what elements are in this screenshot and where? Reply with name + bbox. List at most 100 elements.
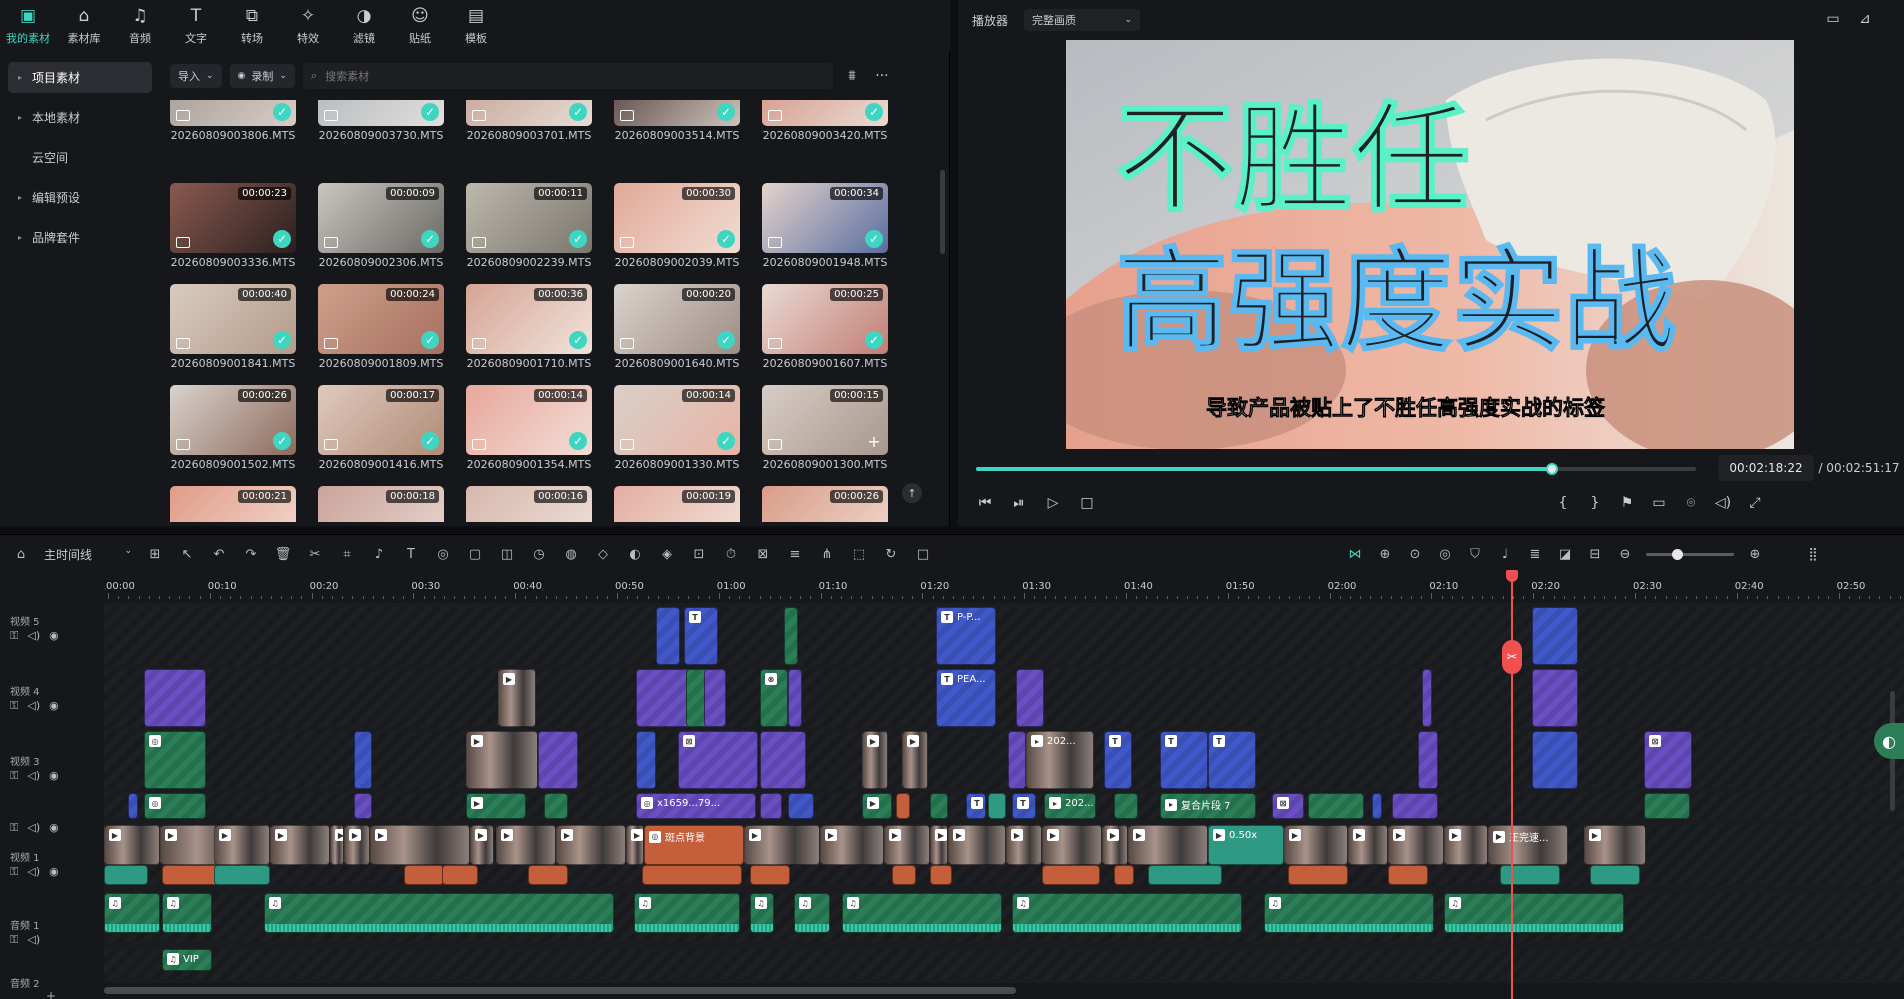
- fit-icon[interactable]: □: [914, 545, 932, 563]
- timeline-selector[interactable]: 主时间线 ⌄: [44, 546, 132, 563]
- volume-icon[interactable]: ◁): [27, 821, 40, 835]
- timeline-clip[interactable]: ▶: [1128, 825, 1208, 865]
- media-item[interactable]: 00:00:11 ✓ 20260809002239.MTS: [466, 183, 596, 269]
- timeline-clip[interactable]: ◎: [144, 793, 206, 819]
- media-thumbnail[interactable]: 00:00:18: [318, 486, 444, 522]
- media-thumbnail[interactable]: 00:00:26 ✓: [170, 385, 296, 455]
- track-layout-icon[interactable]: ⣿: [1804, 545, 1822, 563]
- media-thumbnail[interactable]: 00:00:17 ✓: [318, 385, 444, 455]
- timeline-clip[interactable]: [1114, 865, 1134, 885]
- timeline-clip[interactable]: ▸ 202...: [1026, 731, 1094, 789]
- media-thumbnail[interactable]: 00:00:20 ✓: [614, 284, 740, 354]
- playback-progress[interactable]: [976, 463, 1696, 475]
- timeline-clip[interactable]: T: [684, 607, 718, 665]
- play-frame-icon[interactable]: ⏯: [1010, 494, 1028, 512]
- timeline-clip[interactable]: ▶: [466, 793, 526, 819]
- zoom-slider[interactable]: [1646, 548, 1734, 560]
- media-item[interactable]: 00:00:24 ✓ 20260809001809.MTS: [318, 284, 448, 370]
- sidebar-item[interactable]: ▸ 品牌套件: [8, 222, 152, 253]
- lock-icon[interactable]: ⚿: [10, 699, 18, 713]
- timeline-clip[interactable]: ▶: [496, 825, 556, 865]
- timeline-clip[interactable]: T: [1160, 731, 1208, 789]
- timeline-clip[interactable]: [1372, 793, 1382, 819]
- timeline-clip[interactable]: ▶: [862, 793, 892, 819]
- timeline-clip[interactable]: [404, 865, 444, 885]
- snap-icon[interactable]: ⋈: [1346, 545, 1364, 563]
- media-thumbnail[interactable]: 00:00:14 ✓: [614, 385, 740, 455]
- zoom-out-icon[interactable]: ⊖: [1616, 545, 1634, 563]
- timeline-clip[interactable]: [1308, 793, 1364, 819]
- voice-icon[interactable]: ◪: [1556, 545, 1574, 563]
- volume-icon[interactable]: ◁): [27, 865, 40, 879]
- timeline-clip[interactable]: [1590, 865, 1640, 885]
- timeline-clip[interactable]: T: [1208, 731, 1256, 789]
- media-thumbnail[interactable]: 00:00:24 ✓: [318, 284, 444, 354]
- timeline-clip[interactable]: ▶: [902, 731, 928, 789]
- media-item[interactable]: 00:00:15 +20260809001300.MTS: [762, 385, 892, 471]
- lock-icon[interactable]: ⚿: [10, 629, 18, 643]
- media-item[interactable]: 00:00:23 ✓ 20260809003336.MTS: [170, 183, 300, 269]
- timer-icon[interactable]: ⏱: [722, 545, 740, 563]
- timeline-clip[interactable]: ▶: [1348, 825, 1388, 865]
- media-item[interactable]: 00:00:14 ✓ 20260809001354.MTS: [466, 385, 596, 471]
- media-item[interactable]: 00:00:16: [466, 486, 596, 522]
- tab-text[interactable]: T 文字: [168, 0, 224, 52]
- timeline-clip[interactable]: ▶: [1284, 825, 1348, 865]
- split-icon[interactable]: ✂: [306, 545, 324, 563]
- media-thumbnail[interactable]: 00:00:25 ✓: [762, 284, 888, 354]
- timeline-horizontal-scrollbar[interactable]: [104, 987, 1016, 994]
- mark-out-icon[interactable]: }: [1586, 494, 1604, 512]
- sidebar-item[interactable]: ▸ 本地素材: [8, 102, 152, 133]
- timeline-clip[interactable]: [1500, 865, 1560, 885]
- timeline-clip[interactable]: ⊠: [1644, 731, 1692, 789]
- lock-icon[interactable]: ⚿: [10, 933, 18, 947]
- tab-template[interactable]: ▤ 模板: [448, 0, 504, 52]
- compare-view-icon[interactable]: ▭: [1824, 10, 1842, 28]
- timeline-clip[interactable]: [1388, 865, 1428, 885]
- timeline-clip[interactable]: ♫: [750, 893, 774, 933]
- stop-icon[interactable]: □: [1078, 494, 1096, 512]
- import-dropdown[interactable]: 导入 ⌄: [170, 64, 222, 88]
- media-thumbnail[interactable]: ✓: [762, 100, 888, 126]
- rotate-icon[interactable]: ↻: [882, 545, 900, 563]
- transform-icon[interactable]: ⬚: [850, 545, 868, 563]
- media-thumbnail[interactable]: 00:00:09 ✓: [318, 183, 444, 253]
- timeline-clip[interactable]: ◎ 斑点背景: [644, 825, 744, 865]
- redo-icon[interactable]: ↷: [242, 545, 260, 563]
- media-item[interactable]: 00:00:25 ✓ 20260809001607.MTS: [762, 284, 892, 370]
- media-thumbnail[interactable]: 00:00:15 +: [762, 385, 888, 455]
- timeline-clip[interactable]: [788, 793, 814, 819]
- record-dropdown[interactable]: ◉ 录制 ⌄: [229, 64, 295, 88]
- timeline-clip[interactable]: [544, 793, 568, 819]
- media-item[interactable]: 00:00:30 ✓ 20260809002039.MTS: [614, 183, 744, 269]
- play-icon[interactable]: ▷: [1044, 494, 1062, 512]
- delete-icon[interactable]: 🗑: [274, 545, 292, 563]
- timeline-clip[interactable]: ▶: [1102, 825, 1128, 865]
- auto-highlight-icon[interactable]: ⊙: [1406, 545, 1424, 563]
- adjust-icon[interactable]: ≡: [786, 545, 804, 563]
- keyframe-icon[interactable]: ◇: [594, 545, 612, 563]
- media-thumbnail[interactable]: 00:00:40 ✓: [170, 284, 296, 354]
- timeline-clip[interactable]: T: [966, 793, 986, 819]
- color-icon[interactable]: ◐: [626, 545, 644, 563]
- media-thumbnail[interactable]: 00:00:11 ✓: [466, 183, 592, 253]
- previous-frame-icon[interactable]: ⏮: [976, 494, 994, 512]
- media-item[interactable]: ✓ 20260809003701.MTS: [466, 100, 596, 142]
- scroll-top-icon[interactable]: ↑: [902, 483, 922, 503]
- media-item[interactable]: 00:00:19: [614, 486, 744, 522]
- mark-in-icon[interactable]: {: [1554, 494, 1572, 512]
- media-thumbnail[interactable]: 00:00:36 ✓: [466, 284, 592, 354]
- undo-icon[interactable]: ↶: [210, 545, 228, 563]
- media-thumbnail[interactable]: 00:00:19: [614, 486, 740, 522]
- shield-icon[interactable]: ⛉: [1466, 545, 1484, 563]
- select-tool-icon[interactable]: ↖: [178, 545, 196, 563]
- fullscreen-icon[interactable]: ⤢: [1746, 494, 1764, 512]
- media-item[interactable]: ✓ 20260809003806.MTS: [170, 100, 300, 142]
- chart-view-icon[interactable]: ⊿: [1856, 10, 1874, 28]
- volume-icon[interactable]: ◁): [27, 769, 40, 783]
- timeline-clip[interactable]: [442, 865, 478, 885]
- media-item[interactable]: 00:00:26: [762, 486, 892, 522]
- timeline-clip[interactable]: [1016, 669, 1044, 727]
- timeline-clip[interactable]: [750, 865, 790, 885]
- media-item[interactable]: ✓ 20260809003420.MTS: [762, 100, 892, 142]
